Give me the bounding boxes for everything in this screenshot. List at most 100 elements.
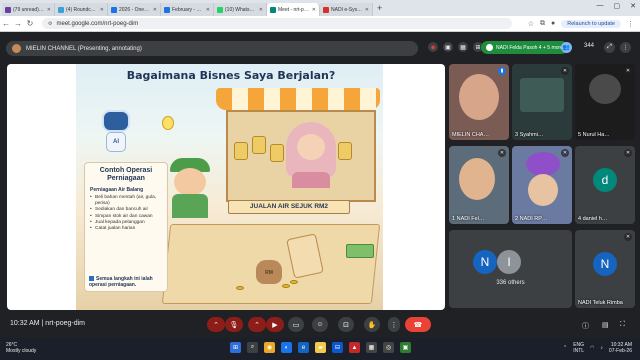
app-icon[interactable]: ▣ bbox=[400, 342, 411, 353]
participant-tile[interactable]: ✕ 5 Nurul Ha… bbox=[575, 64, 635, 140]
tab-meet[interactable]: Meet - nrt-poeg-…✕ bbox=[267, 3, 320, 16]
end-call-button[interactable]: ☎ bbox=[405, 317, 431, 332]
tab-onedrive-february[interactable]: February - OneDrive✕ bbox=[161, 3, 214, 16]
ie-icon[interactable]: e bbox=[298, 342, 309, 353]
close-tab-icon[interactable]: ✕ bbox=[47, 7, 51, 13]
more-options-icon[interactable]: ⋮ bbox=[620, 42, 631, 53]
jar-illustration bbox=[270, 144, 284, 162]
clock[interactable]: 10:32 AM 07-Feb-26 bbox=[609, 342, 632, 354]
whatsapp-icon bbox=[217, 6, 223, 13]
participant-tile[interactable]: ✕ 2 NADI RP… bbox=[512, 146, 572, 224]
camera-off-button[interactable]: ▶ bbox=[266, 317, 284, 332]
layout-icon[interactable]: ▦ bbox=[458, 42, 468, 52]
file-explorer-icon[interactable]: ▰ bbox=[315, 342, 326, 353]
people-icon[interactable]: 👥 bbox=[561, 42, 572, 53]
tab-whatsapp[interactable]: (10) WhatsApp ✕ bbox=[214, 3, 267, 16]
participant-tile[interactable]: N ✕ NADI Teluk Rimba bbox=[575, 230, 635, 308]
wifi-icon[interactable]: ◠ bbox=[590, 345, 594, 351]
camera-options-button[interactable]: ⌃ bbox=[248, 317, 266, 332]
tab-label: (10) WhatsApp bbox=[225, 6, 257, 13]
meeting-indicators: ◉ ▣ ▦ ⊞ bbox=[428, 42, 483, 52]
meeting-code: nrt-poeg-dim bbox=[45, 320, 85, 327]
close-tab-icon[interactable]: ✕ bbox=[100, 7, 104, 13]
activities-icon[interactable]: ⛶ bbox=[620, 321, 625, 329]
chrome-icon[interactable]: ◉ bbox=[264, 342, 275, 353]
maximize-icon[interactable]: ▢ bbox=[614, 2, 621, 10]
jar-illustration bbox=[338, 142, 352, 160]
captions-button[interactable]: ▭ bbox=[288, 317, 304, 332]
more-options-button[interactable]: ⋮ bbox=[388, 317, 400, 332]
tab-gmail[interactable]: (79 unread) - mohdfo…✕ bbox=[2, 3, 55, 16]
weather-widget[interactable]: 26°C Mostly cloudy bbox=[6, 342, 36, 354]
profile-icon[interactable]: ● bbox=[551, 20, 555, 27]
window-controls: — ▢ ✕ bbox=[597, 2, 637, 10]
edge-icon[interactable]: ◐ bbox=[281, 342, 292, 353]
menu-icon[interactable]: ⋮ bbox=[627, 20, 634, 28]
reload-icon[interactable]: ↻ bbox=[24, 19, 36, 28]
close-tab-icon[interactable]: ✕ bbox=[259, 7, 263, 13]
mic-off-icon: ✕ bbox=[624, 67, 632, 75]
info-icon[interactable]: ⓘ bbox=[582, 321, 589, 331]
obs-icon[interactable]: ◎ bbox=[383, 342, 394, 353]
participant-name: 1 NADI Fel… bbox=[452, 216, 485, 222]
chat-icon[interactable]: ▤ bbox=[602, 321, 609, 329]
tab-nadi-esystem[interactable]: NADI e-System ✕ bbox=[320, 3, 373, 16]
participant-name: NADI Teluk Rimba bbox=[578, 300, 623, 306]
close-icon[interactable]: ✕ bbox=[630, 2, 636, 10]
emoji-button[interactable]: ☺ bbox=[312, 317, 328, 332]
app-icon[interactable]: ▦ bbox=[366, 342, 377, 353]
robot-illustration: AI bbox=[98, 110, 134, 156]
star-icon[interactable]: ☆ bbox=[528, 20, 534, 28]
expand-icon[interactable]: ⤢ bbox=[604, 42, 615, 53]
close-tab-icon[interactable]: ✕ bbox=[153, 7, 157, 13]
close-tab-icon[interactable]: ✕ bbox=[365, 7, 369, 13]
participant-tile[interactable]: ✕ 3 Syahmi… bbox=[512, 64, 572, 140]
jar-illustration bbox=[252, 136, 266, 154]
jar-illustration bbox=[234, 142, 248, 160]
raise-hand-button[interactable]: ✋ bbox=[364, 317, 380, 332]
slide-title: Bagaimana Bisnes Saya Berjalan? bbox=[126, 69, 336, 82]
card-subtitle: Perniagaan Air Balang bbox=[90, 187, 144, 193]
mic-off-icon: ✕ bbox=[561, 149, 569, 157]
participant-name: 4 daniel h… bbox=[578, 216, 608, 222]
chevron-up-icon[interactable]: ⌃ bbox=[563, 345, 567, 351]
cash-illustration bbox=[346, 244, 374, 258]
meet-control-bar: 10:32 AM | nrt-poeg-dim ⌃ 🎙 ⌃ ▶ ▭ ☺ ⊡ ✋ … bbox=[0, 312, 640, 338]
tab-label: 2026 - OneDrive bbox=[119, 6, 151, 13]
slide: Bagaimana Bisnes Saya Berjalan? AI RM JU… bbox=[76, 64, 383, 310]
face-shape bbox=[174, 168, 206, 196]
participant-count: 344 bbox=[584, 43, 595, 49]
participant-tile[interactable]: ▮ MIELIN CHA… bbox=[449, 64, 509, 140]
windows-start-icon[interactable]: ⊞ bbox=[230, 342, 241, 353]
close-tab-icon[interactable]: ✕ bbox=[206, 7, 210, 13]
speakers-pill[interactable]: NADI Felda Pasoh 4 + 5 more bbox=[481, 41, 568, 54]
language-indicator[interactable]: ENG INTL bbox=[573, 342, 584, 354]
clock-date: 07-Feb-26 bbox=[608, 348, 632, 354]
tab-roundcube[interactable]: (4) Roundcube Webm…✕ bbox=[55, 3, 108, 16]
url-text: meet.google.com/nrt-poeg-dim bbox=[56, 20, 139, 27]
tab-onedrive-2026[interactable]: 2026 - OneDrive✕ bbox=[108, 3, 161, 16]
participant-tile[interactable]: ✕ 1 NADI Fel… bbox=[449, 146, 509, 224]
mic-options-button[interactable]: ⌃ bbox=[207, 317, 225, 332]
mic-off-button[interactable]: 🎙 bbox=[225, 317, 243, 332]
relaunch-button[interactable]: Relaunch to update bbox=[561, 19, 621, 28]
new-tab-button[interactable]: + bbox=[377, 3, 382, 13]
url-field[interactable]: ⚙ meet.google.com/nrt-poeg-dim bbox=[42, 18, 512, 29]
presenting-banner: MIELIN CHANNEL (Presenting, annotating) bbox=[6, 41, 418, 56]
tab-label: Meet - nrt-poeg-… bbox=[278, 6, 310, 13]
extensions-icon[interactable]: ⧉ bbox=[540, 20, 545, 28]
forward-icon[interactable]: → bbox=[12, 19, 24, 28]
app-icon[interactable]: ▲ bbox=[349, 342, 360, 353]
volume-icon[interactable]: ♪ bbox=[600, 345, 603, 351]
transcript-icon[interactable]: ▣ bbox=[443, 42, 453, 52]
site-info-icon[interactable]: ⚙ bbox=[48, 21, 52, 27]
search-icon[interactable]: ⌕ bbox=[247, 342, 258, 353]
tab-label: (4) Roundcube Webm… bbox=[66, 6, 98, 13]
back-icon[interactable]: ← bbox=[0, 19, 12, 28]
participant-tile[interactable]: d ✕ 4 daniel h… bbox=[575, 146, 635, 224]
others-tile[interactable]: N I 336 others bbox=[449, 230, 572, 308]
close-tab-icon[interactable]: ✕ bbox=[312, 7, 316, 13]
minimize-icon[interactable]: — bbox=[597, 2, 604, 10]
store-icon[interactable]: ⊟ bbox=[332, 342, 343, 353]
present-button[interactable]: ⊡ bbox=[338, 317, 354, 332]
